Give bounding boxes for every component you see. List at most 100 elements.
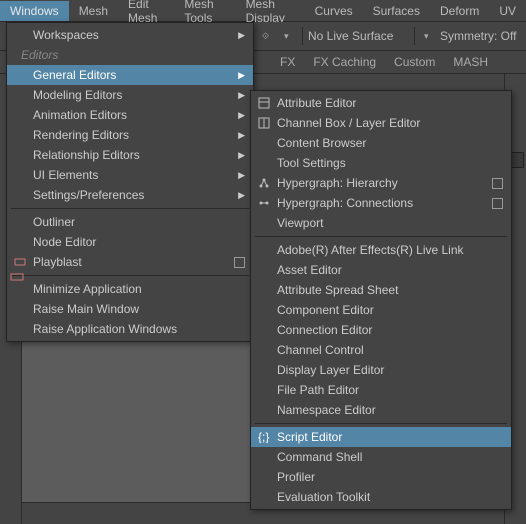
menu-item-rendering-editors[interactable]: Rendering Editors ▶: [7, 125, 253, 145]
hypergraph-hierarchy-icon: [257, 176, 271, 190]
menu-label: General Editors: [33, 68, 116, 82]
menu-label: Component Editor: [277, 303, 374, 317]
submenu-arrow-icon: ▶: [238, 150, 245, 161]
attribute-editor-icon: [257, 96, 271, 110]
menu-item-hypergraph-hierarchy[interactable]: Hypergraph: Hierarchy: [251, 173, 511, 193]
submenu-arrow-icon: ▶: [238, 90, 245, 101]
menu-item-profiler[interactable]: Profiler: [251, 467, 511, 487]
menu-label: Connection Editor: [277, 323, 372, 337]
menu-item-ae-live-link[interactable]: Adobe(R) After Effects(R) Live Link: [251, 240, 511, 260]
separator: [302, 27, 303, 45]
option-box-icon[interactable]: [234, 257, 245, 268]
submenu-arrow-icon: ▶: [238, 170, 245, 181]
menu-label: Namespace Editor: [277, 403, 376, 417]
shelf-tab-fx-caching[interactable]: FX Caching: [313, 55, 376, 69]
menu-label: Hypergraph: Hierarchy: [277, 176, 398, 190]
option-box-icon[interactable]: [492, 198, 503, 209]
separator: [255, 423, 507, 424]
menu-item-channel-box[interactable]: Channel Box / Layer Editor: [251, 113, 511, 133]
menu-label: Animation Editors: [33, 108, 127, 122]
submenu-arrow-icon: ▶: [238, 110, 245, 121]
menu-label: Raise Main Window: [33, 302, 139, 316]
menu-item-modeling-editors[interactable]: Modeling Editors ▶: [7, 85, 253, 105]
menu-label: Workspaces: [33, 28, 99, 42]
menu-item-outliner[interactable]: Outliner: [7, 212, 253, 232]
menu-item-viewport[interactable]: Viewport: [251, 213, 511, 233]
menu-item-raise-main-window[interactable]: Raise Main Window: [7, 299, 253, 319]
menu-uv[interactable]: UV: [489, 1, 526, 21]
menu-item-evaluation-toolkit[interactable]: Evaluation Toolkit: [251, 487, 511, 507]
menu-item-ui-elements[interactable]: UI Elements ▶: [7, 165, 253, 185]
separator: [414, 27, 415, 45]
menu-item-script-editor[interactable]: {;} Script Editor: [251, 427, 511, 447]
menu-item-command-shell[interactable]: Command Shell: [251, 447, 511, 467]
menu-label: Outliner: [33, 215, 75, 229]
menu-item-settings-preferences[interactable]: Settings/Preferences ▶: [7, 185, 253, 205]
menu-item-animation-editors[interactable]: Animation Editors ▶: [7, 105, 253, 125]
script-editor-icon: {;}: [257, 430, 271, 444]
menu-label: Rendering Editors: [33, 128, 129, 142]
chevron-down-icon[interactable]: ▾: [284, 31, 289, 42]
dropdown-icon[interactable]: ⟐: [262, 31, 269, 42]
menu-item-hypergraph-connections[interactable]: Hypergraph: Connections: [251, 193, 511, 213]
menu-label: Attribute Spread Sheet: [277, 283, 398, 297]
menu-label: Profiler: [277, 470, 315, 484]
submenu-arrow-icon: ▶: [238, 70, 245, 81]
menu-label: Modeling Editors: [33, 88, 122, 102]
live-surface-label[interactable]: No Live Surface: [308, 29, 393, 43]
option-box-icon[interactable]: [492, 178, 503, 189]
separator: [11, 208, 249, 209]
symmetry-label[interactable]: Symmetry: Off: [440, 29, 516, 43]
menu-item-file-path-editor[interactable]: File Path Editor: [251, 380, 511, 400]
menu-label: Asset Editor: [277, 263, 342, 277]
menu-label: Raise Application Windows: [33, 322, 177, 336]
menu-surfaces[interactable]: Surfaces: [363, 1, 430, 21]
menu-item-namespace-editor[interactable]: Namespace Editor: [251, 400, 511, 420]
menu-item-attribute-editor[interactable]: Attribute Editor: [251, 93, 511, 113]
menu-item-content-browser[interactable]: Content Browser: [251, 133, 511, 153]
menu-item-playblast[interactable]: Playblast: [7, 252, 253, 272]
menu-label: Tool Settings: [277, 156, 346, 170]
menu-item-node-editor[interactable]: Node Editor: [7, 232, 253, 252]
playblast-icon: [13, 255, 27, 269]
menu-item-display-layer-editor[interactable]: Display Layer Editor: [251, 360, 511, 380]
menu-item-relationship-editors[interactable]: Relationship Editors ▶: [7, 145, 253, 165]
menu-label: Evaluation Toolkit: [277, 490, 370, 504]
menu-label: Playblast: [33, 255, 82, 269]
channel-box-icon: [257, 116, 271, 130]
windows-dropdown: Workspaces ▶ Editors General Editors ▶ M…: [6, 22, 254, 342]
submenu-arrow-icon: ▶: [238, 130, 245, 141]
menu-item-component-editor[interactable]: Component Editor: [251, 300, 511, 320]
menu-label: Channel Control: [277, 343, 364, 357]
shelf-tab-custom[interactable]: Custom: [394, 55, 435, 69]
menu-item-asset-editor[interactable]: Asset Editor: [251, 260, 511, 280]
menu-label: Command Shell: [277, 450, 362, 464]
menu-label: Hypergraph: Connections: [277, 196, 413, 210]
menu-label: Script Editor: [277, 430, 342, 444]
chevron-down-icon[interactable]: ▾: [424, 31, 429, 42]
menu-deform[interactable]: Deform: [430, 1, 489, 21]
menu-item-connection-editor[interactable]: Connection Editor: [251, 320, 511, 340]
menu-label: File Path Editor: [277, 383, 359, 397]
menu-item-minimize-application[interactable]: Minimize Application: [7, 279, 253, 299]
menu-curves[interactable]: Curves: [305, 1, 363, 21]
menu-item-workspaces[interactable]: Workspaces ▶: [7, 25, 253, 45]
separator: [255, 236, 507, 237]
menu-mesh[interactable]: Mesh: [69, 1, 118, 21]
menu-item-attribute-spread-sheet[interactable]: Attribute Spread Sheet: [251, 280, 511, 300]
menu-windows[interactable]: Windows: [0, 1, 69, 21]
shelf-tab-fx[interactable]: FX: [280, 55, 295, 69]
menu-label: Relationship Editors: [33, 148, 140, 162]
menu-label: Channel Box / Layer Editor: [277, 116, 420, 130]
menu-item-channel-control[interactable]: Channel Control: [251, 340, 511, 360]
menu-item-general-editors[interactable]: General Editors ▶: [7, 65, 253, 85]
menu-item-tool-settings[interactable]: Tool Settings: [251, 153, 511, 173]
menu-item-raise-application-windows[interactable]: Raise Application Windows: [7, 319, 253, 339]
menu-label: UI Elements: [33, 168, 98, 182]
menu-label: Content Browser: [277, 136, 366, 150]
menubar: Windows Mesh Edit Mesh Mesh Tools Mesh D…: [0, 0, 526, 22]
shelf-tab-mash[interactable]: MASH: [453, 55, 488, 69]
menu-label: Adobe(R) After Effects(R) Live Link: [277, 243, 464, 257]
hypergraph-connections-icon: [257, 196, 271, 210]
menu-label: Settings/Preferences: [33, 188, 144, 202]
